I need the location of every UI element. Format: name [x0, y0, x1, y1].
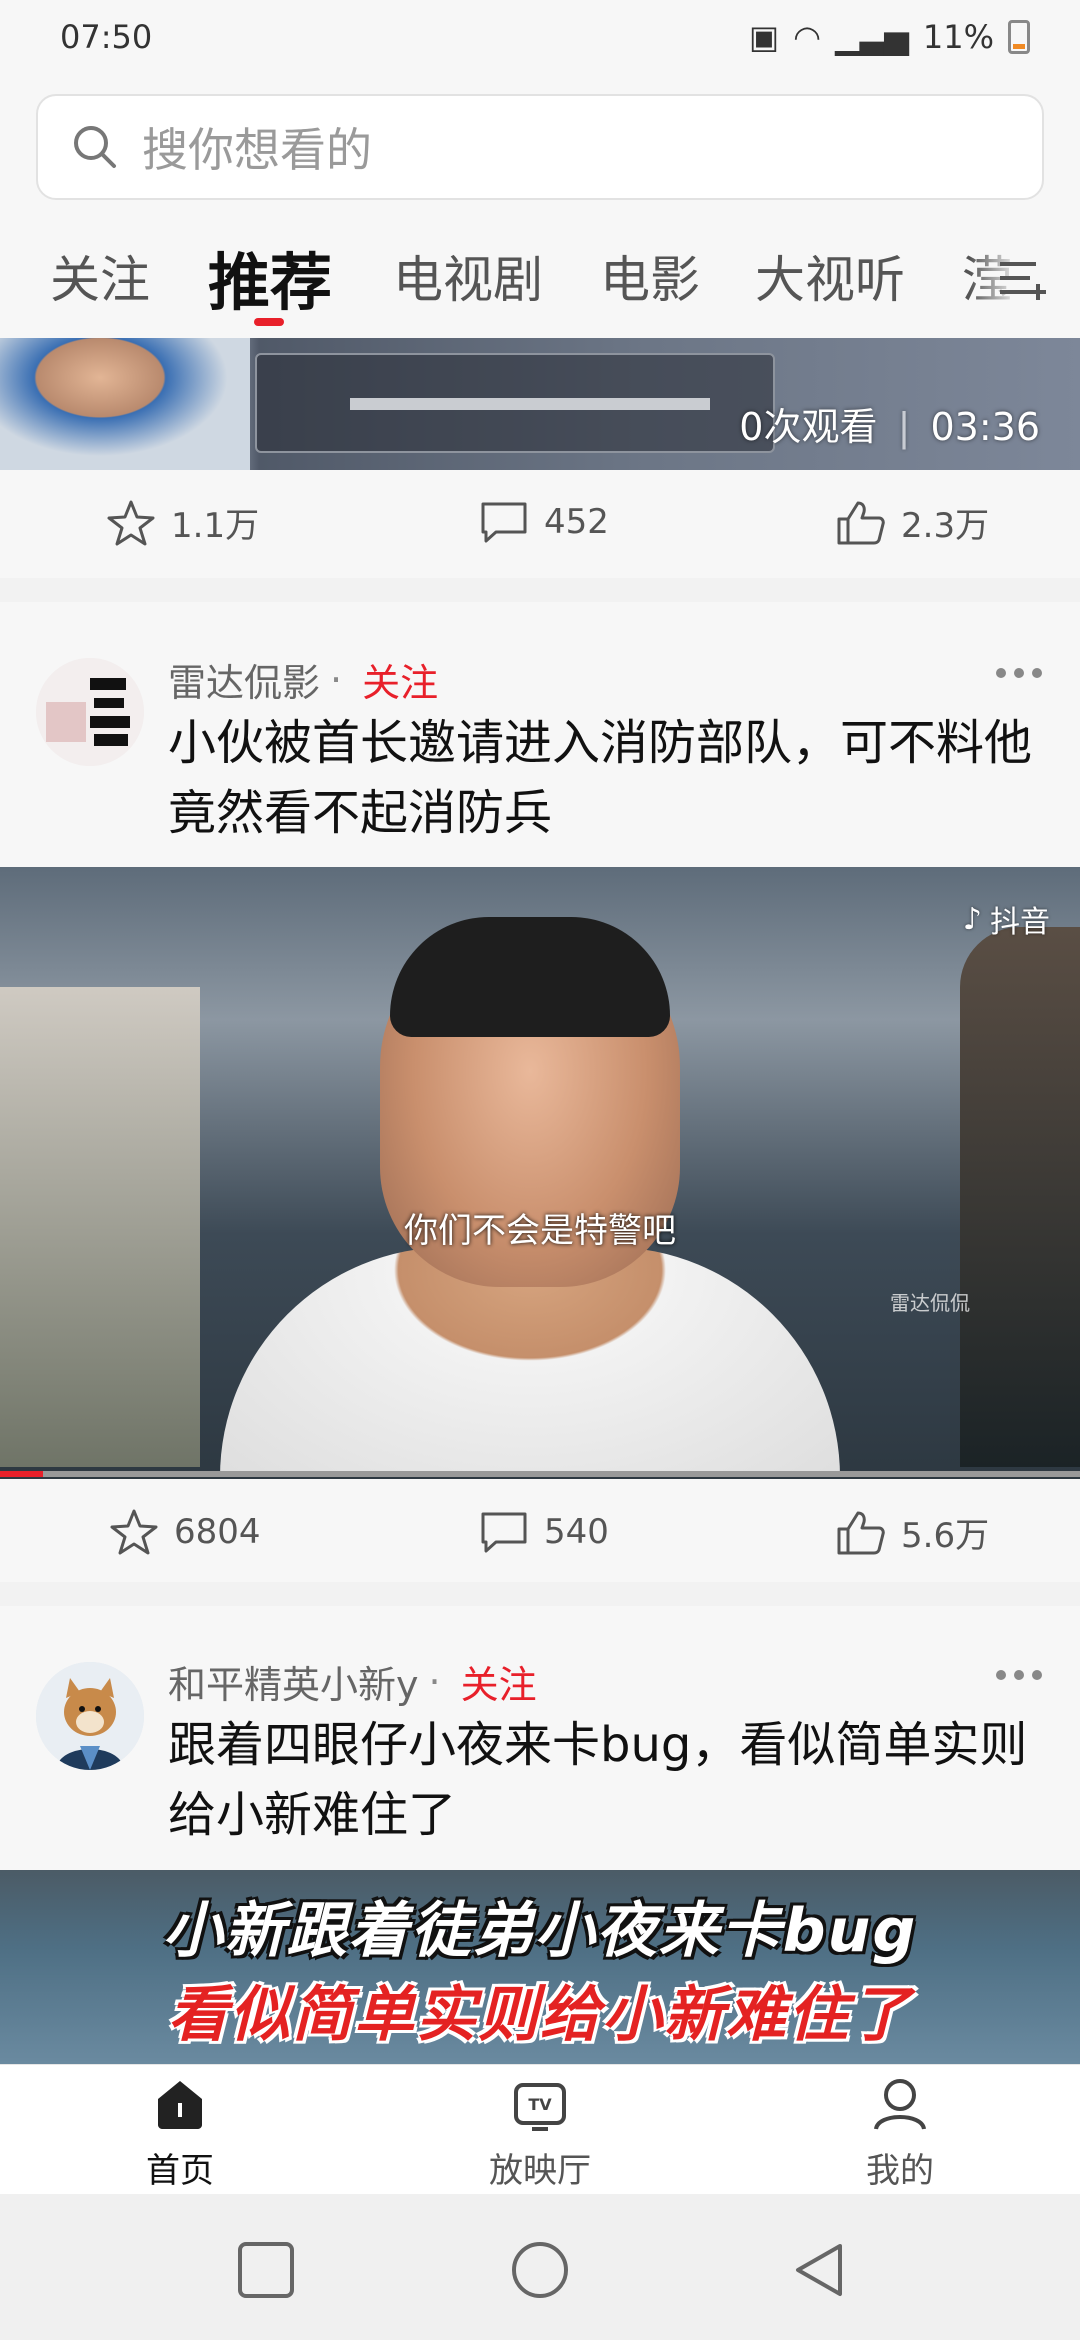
- avatar-shiba: [36, 1662, 144, 1770]
- channel-watermark: 雷达侃侃: [890, 1291, 970, 1315]
- favorite-count: 6804: [174, 1512, 261, 1552]
- comment-button[interactable]: 540: [478, 1508, 609, 1556]
- author-avatar[interactable]: [36, 658, 144, 766]
- music-note-icon: ♪: [962, 901, 982, 937]
- follow-button[interactable]: 关注: [362, 652, 438, 707]
- category-tabs: 关注 推荐 电视剧 电影 大视听 滢: [0, 230, 1080, 330]
- author-name[interactable]: 雷达侃影: [168, 652, 320, 707]
- feed-card: 雷达侃影 · 关注 小伙被首长邀请进入消防部队，可不料他竟然看不起消防兵 ♪ 抖…: [0, 602, 1080, 1582]
- post-title[interactable]: 小伙被首长邀请进入消防部队，可不料他竟然看不起消防兵: [168, 708, 1048, 848]
- video-duration: 03:36: [930, 405, 1040, 449]
- profile-icon: [874, 2079, 926, 2130]
- follow-button[interactable]: 关注: [461, 1654, 537, 1709]
- stats-row: 1.1万 452 2.3万: [0, 468, 1080, 578]
- avatar-logo: [36, 658, 144, 766]
- feed-card: 和平精英小新y · 关注 跟着四眼仔小夜来卡bug，看似简单实则给小新难住了 小…: [0, 1606, 1080, 2064]
- tab-menu-icon[interactable]: [996, 254, 1048, 302]
- battery-icon: [1008, 20, 1030, 54]
- post-title[interactable]: 跟着四眼仔小夜来卡bug，看似简单实则给小新难住了: [168, 1710, 1048, 1850]
- comment-icon: [481, 1512, 527, 1553]
- tab-movies[interactable]: 电影: [600, 240, 700, 312]
- tab-following[interactable]: 关注: [50, 240, 150, 312]
- tv-icon: TV: [514, 2083, 566, 2131]
- like-count: 2.3万: [901, 506, 990, 546]
- author-name[interactable]: 和平精英小新y: [168, 1654, 419, 1709]
- favorite-count: 1.1万: [171, 506, 260, 546]
- nfc-icon: ▣: [748, 18, 780, 56]
- star-icon: [110, 1509, 158, 1555]
- nav-theater[interactable]: TV 放映厅: [440, 2073, 640, 2192]
- more-options-icon[interactable]: [994, 666, 1044, 680]
- battery-percent: 11%: [922, 18, 994, 56]
- home-icon: [158, 2081, 202, 2129]
- svg-text:TV: TV: [528, 2095, 552, 2114]
- author-row: 雷达侃影 · 关注: [168, 652, 438, 707]
- more-options-icon[interactable]: [994, 1668, 1044, 1682]
- star-icon: [107, 500, 155, 545]
- video-meta: 0次观看 | 03:36: [739, 405, 1040, 449]
- video-thumbnail[interactable]: 0次观看 | 03:36: [0, 338, 1080, 470]
- thumbnail-banner-line1: 小新跟着徒弟小夜来卡bug: [162, 1896, 918, 1966]
- system-nav-bar: [0, 2194, 1080, 2340]
- status-bar: 07:50 ▣ ◠ ▁▃▅ 11%: [0, 0, 1080, 84]
- nav-home-label: 首页: [146, 2151, 214, 2191]
- video-thumbnail[interactable]: 小新跟着徒弟小夜来卡bug 看似简单实则给小新难住了: [0, 1870, 1080, 2064]
- thumbs-up-icon: [837, 501, 885, 544]
- status-icons: ▣ ◠ ▁▃▅ 11%: [749, 18, 1030, 56]
- comment-count: 452: [544, 502, 609, 542]
- author-avatar[interactable]: [36, 1662, 144, 1770]
- back-icon[interactable]: [790, 2240, 850, 2300]
- tab-audiovisual[interactable]: 大视听: [755, 240, 905, 312]
- like-button[interactable]: 5.6万: [835, 1508, 989, 1557]
- favorite-button[interactable]: 6804: [108, 1508, 261, 1556]
- tab-recommended[interactable]: 推荐: [208, 232, 332, 322]
- recents-icon[interactable]: [236, 2240, 296, 2300]
- video-progress-fill: [0, 1471, 44, 1477]
- bottom-nav: 首页 TV 放映厅 我的: [0, 2064, 1080, 2194]
- home-button-icon[interactable]: [510, 2240, 570, 2300]
- tab-tv-series[interactable]: 电视剧: [393, 240, 543, 312]
- active-tab-indicator: [254, 318, 284, 326]
- search-icon: [74, 126, 116, 168]
- comment-icon: [481, 502, 527, 543]
- status-time: 07:50: [60, 18, 153, 56]
- thumbs-up-icon: [837, 1511, 885, 1554]
- like-button[interactable]: 2.3万: [835, 498, 989, 547]
- nav-theater-label: 放映厅: [489, 2151, 591, 2191]
- view-count: 0次观看: [739, 405, 878, 449]
- nav-profile[interactable]: 我的: [800, 2073, 1000, 2192]
- video-player[interactable]: ♪ 抖音 雷达侃侃 你们不会是特警吧: [0, 867, 1080, 1479]
- like-count: 5.6万: [901, 1516, 990, 1556]
- search-input[interactable]: 搜你想看的: [36, 94, 1044, 200]
- nav-profile-label: 我的: [866, 2151, 934, 2191]
- video-progress-bar[interactable]: [0, 1471, 1080, 1477]
- stats-row: 6804 540 5.6万: [0, 1478, 1080, 1588]
- feed-card: 0次观看 | 03:36 1.1万 452 2.3万: [0, 338, 1080, 578]
- signal-icon: ▁▃▅: [835, 18, 909, 56]
- search-placeholder: 搜你想看的: [142, 123, 372, 177]
- douyin-watermark: ♪ 抖音: [962, 901, 1050, 941]
- nav-home[interactable]: 首页: [80, 2073, 280, 2192]
- author-row: 和平精英小新y · 关注: [168, 1654, 537, 1709]
- thumbnail-banner-line2: 看似简单实则给小新难住了: [168, 1980, 912, 2050]
- comment-button[interactable]: 452: [478, 498, 609, 546]
- video-subtitle: 你们不会是特警吧: [404, 1211, 676, 1251]
- comment-count: 540: [544, 1512, 609, 1552]
- favorite-button[interactable]: 1.1万: [105, 498, 259, 547]
- wifi-icon: ◠: [793, 18, 822, 56]
